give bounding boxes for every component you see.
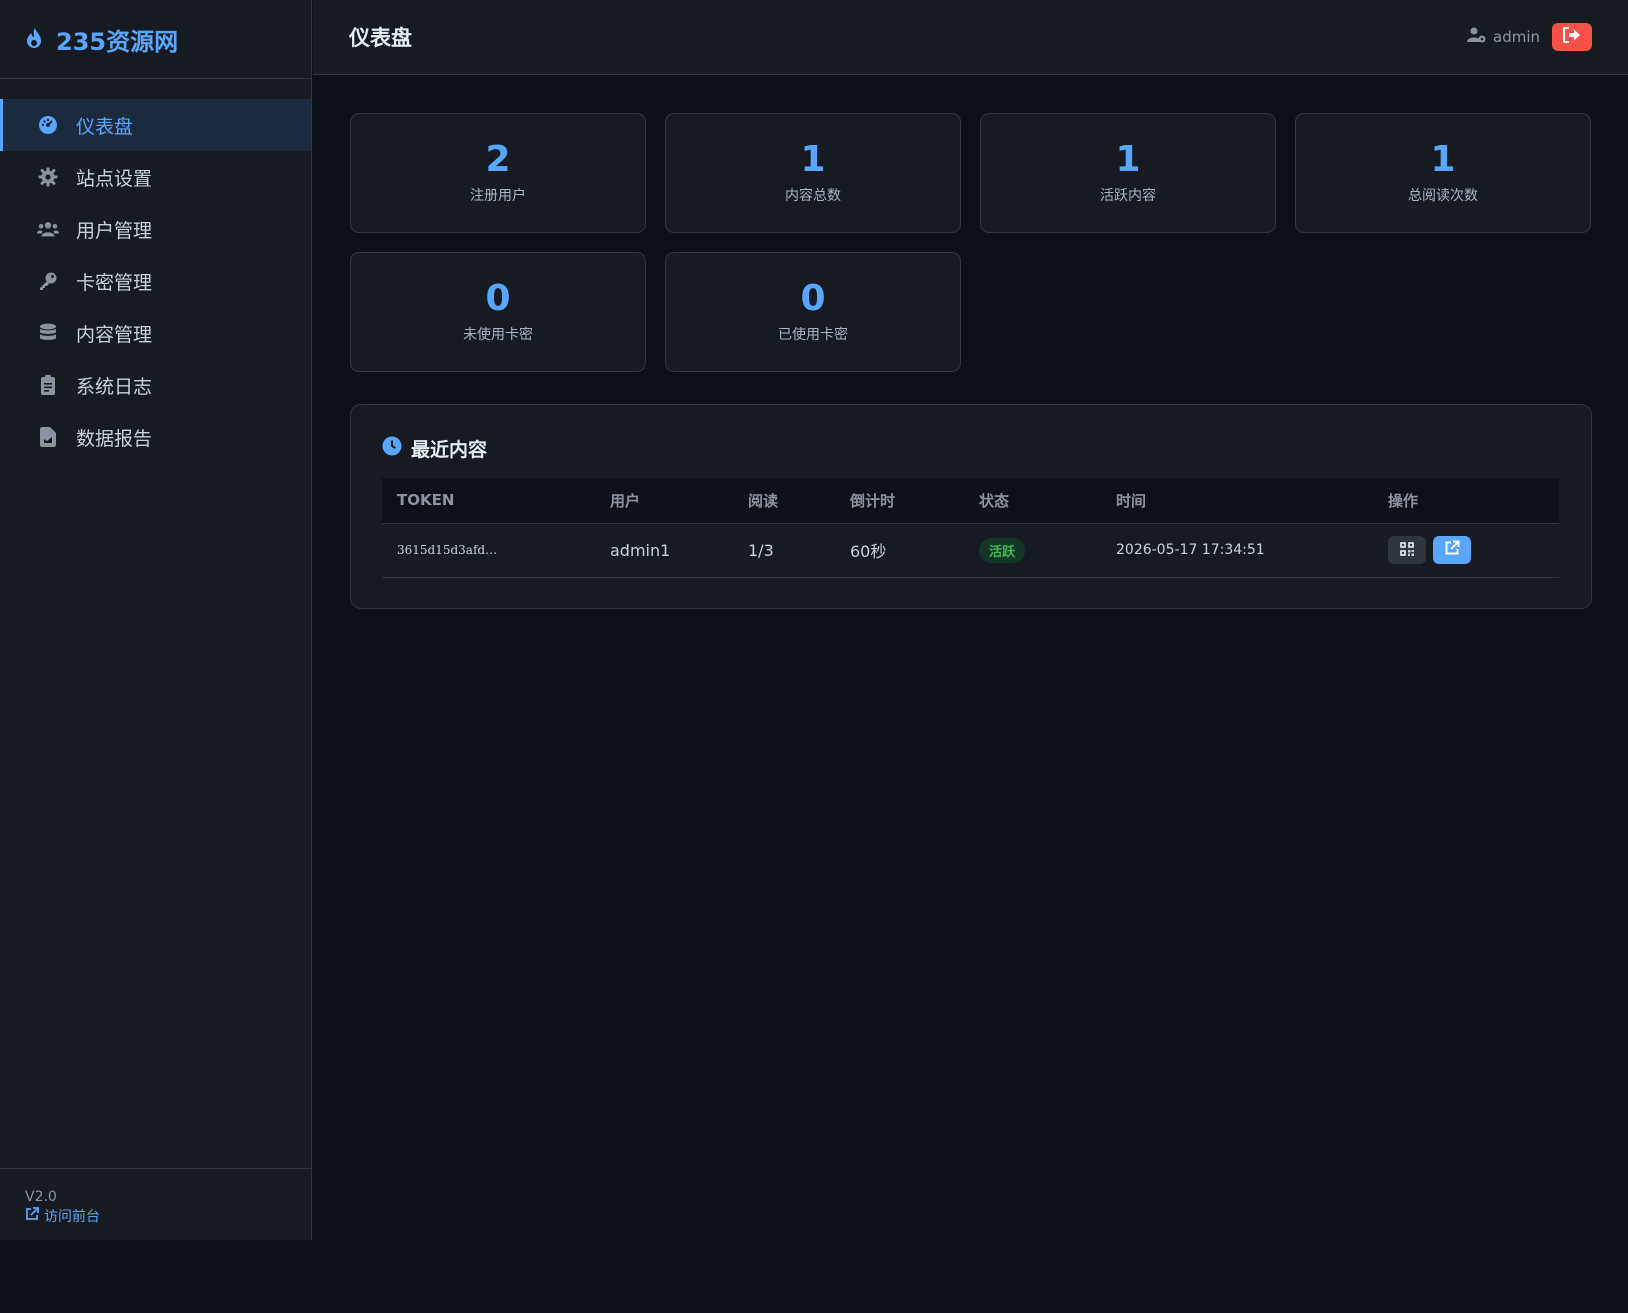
stat-value: 0	[485, 278, 511, 320]
sidebar-item-label: 内容管理	[76, 323, 153, 346]
stat-card-registered-users: 2 注册用户	[350, 113, 646, 233]
stat-card-total-content: 1 内容总数	[665, 113, 961, 233]
page-title: 仪表盘	[349, 26, 412, 50]
time-cell: 2026-05-17 17:34:51	[1101, 523, 1373, 578]
user-cog-icon	[1467, 27, 1487, 47]
visit-frontend-label: 访问前台	[44, 1209, 100, 1225]
reads-cell: 1/3	[733, 523, 835, 578]
qrcode-button[interactable]	[1388, 536, 1426, 565]
sidebar-item-dashboard[interactable]: 仪表盘	[0, 99, 311, 151]
stat-card-used-keys: 0 已使用卡密	[665, 252, 961, 372]
sidebar-item-label: 系统日志	[76, 375, 153, 398]
clock-icon	[382, 436, 402, 460]
recent-content-table: TOKEN 用户 阅读 倒计时 状态 时间 操作 3615d15d3afd… a	[382, 478, 1559, 578]
sidebar-item-label: 数据报告	[76, 427, 153, 450]
topbar: 仪表盘 admin	[313, 0, 1628, 75]
database-icon	[37, 322, 59, 344]
stat-value: 1	[800, 139, 826, 181]
sidebar-item-label: 仪表盘	[76, 115, 134, 138]
sidebar-footer: V2.0 访问前台	[0, 1168, 312, 1240]
status-badge: 活跃	[979, 537, 1026, 563]
stat-card-unused-keys: 0 未使用卡密	[350, 252, 646, 372]
stats-grid: 2 注册用户 1 内容总数 1 活跃内容 1 总阅读次数 0 未使用卡密 0 已…	[350, 113, 1592, 372]
brand-name: 235资源网	[56, 27, 179, 56]
table-header-row: TOKEN 用户 阅读 倒计时 状态 时间 操作	[382, 478, 1559, 524]
sidebar-item-label: 用户管理	[76, 219, 153, 242]
stat-label: 总阅读次数	[1408, 187, 1478, 204]
stat-value: 1	[1115, 139, 1141, 181]
app-root: 235资源网 仪表盘 站点设置 用户管理 卡密管理 内容管理 系统日志 数据报告…	[0, 0, 1628, 1240]
actions-cell	[1373, 523, 1559, 578]
token-cell: 3615d15d3afd…	[382, 523, 595, 578]
panel-title: 最近内容	[411, 438, 488, 461]
clipboard-icon	[37, 374, 59, 396]
users-icon	[37, 218, 59, 240]
stat-value: 2	[485, 139, 511, 181]
stat-card-total-reads: 1 总阅读次数	[1295, 113, 1591, 233]
stat-label: 注册用户	[470, 187, 526, 204]
column-header-countdown[interactable]: 倒计时	[835, 478, 964, 524]
sidebar-item-label: 站点设置	[76, 167, 153, 190]
sidebar-item-user-management[interactable]: 用户管理	[0, 203, 311, 255]
countdown-cell: 60秒	[835, 523, 964, 578]
open-link-button[interactable]	[1433, 535, 1472, 564]
sidebar-item-data-reports[interactable]: 数据报告	[0, 411, 311, 463]
column-header-time[interactable]: 时间	[1101, 478, 1373, 524]
recent-content-panel: 最近内容 TOKEN 用户 阅读 倒计时 状态 时间 操作 3615d15d3a…	[350, 404, 1592, 609]
column-header-reads[interactable]: 阅读	[733, 478, 835, 524]
qrcode-icon	[1400, 541, 1414, 560]
external-link-icon	[25, 1207, 39, 1225]
stat-value: 0	[800, 278, 826, 320]
stat-label: 已使用卡密	[778, 326, 848, 343]
sidebar-item-system-logs[interactable]: 系统日志	[0, 359, 311, 411]
dashboard-icon	[37, 114, 59, 136]
current-user[interactable]: admin	[1467, 27, 1540, 47]
stat-label: 未使用卡密	[463, 326, 533, 343]
status-cell: 活跃	[964, 523, 1101, 578]
stat-label: 活跃内容	[1100, 187, 1156, 204]
sidebar-nav: 仪表盘 站点设置 用户管理 卡密管理 内容管理 系统日志 数据报告	[0, 79, 311, 463]
visit-frontend-link[interactable]: 访问前台	[25, 1206, 312, 1226]
main-area: 仪表盘 admin 2 注册用户 1 内容总数 1 活跃内容 1 总阅读次数 0…	[313, 0, 1628, 1240]
sidebar: 235资源网 仪表盘 站点设置 用户管理 卡密管理 内容管理 系统日志 数据报告…	[0, 0, 312, 1240]
sidebar-item-card-keys[interactable]: 卡密管理	[0, 255, 311, 307]
external-link-icon	[1444, 540, 1460, 560]
sign-out-icon	[1563, 27, 1581, 47]
column-header-user[interactable]: 用户	[595, 478, 733, 524]
panel-header: 最近内容	[382, 435, 1559, 461]
fire-icon	[24, 27, 46, 51]
sidebar-item-site-settings[interactable]: 站点设置	[0, 151, 311, 203]
gear-icon	[37, 166, 59, 188]
stat-label: 内容总数	[785, 187, 841, 204]
key-icon	[37, 270, 59, 292]
column-header-token[interactable]: TOKEN	[382, 478, 595, 524]
column-header-actions: 操作	[1373, 478, 1559, 524]
stat-value: 1	[1430, 139, 1456, 181]
table-row: 3615d15d3afd… admin1 1/3 60秒 活跃 2026-05-…	[382, 523, 1559, 578]
dashboard-content: 2 注册用户 1 内容总数 1 活跃内容 1 总阅读次数 0 未使用卡密 0 已…	[313, 75, 1628, 609]
sidebar-item-content-management[interactable]: 内容管理	[0, 307, 311, 359]
username: admin	[1493, 28, 1540, 46]
column-header-status[interactable]: 状态	[964, 478, 1101, 524]
version-text: V2.0	[25, 1189, 57, 1205]
topbar-right: admin	[1467, 23, 1592, 51]
stat-card-active-content: 1 活跃内容	[980, 113, 1276, 233]
sidebar-item-label: 卡密管理	[76, 271, 153, 294]
user-cell: admin1	[595, 523, 733, 578]
logout-button[interactable]	[1552, 23, 1592, 51]
brand[interactable]: 235资源网	[0, 0, 311, 79]
file-chart-icon	[37, 426, 59, 448]
